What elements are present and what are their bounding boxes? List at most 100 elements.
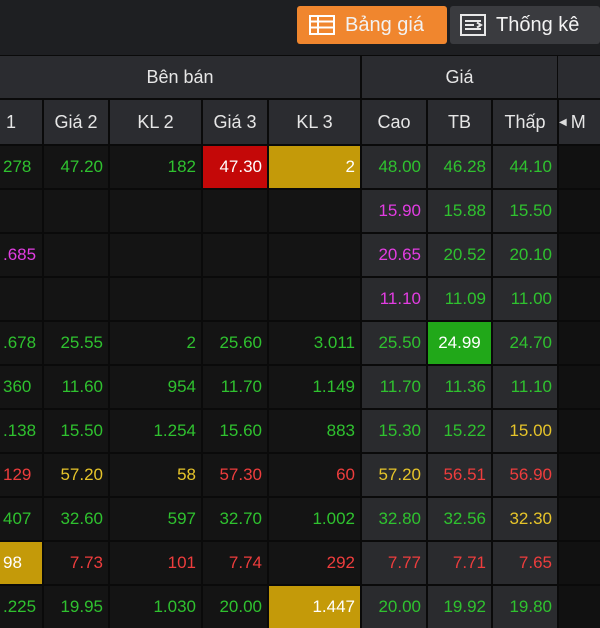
cell-next <box>559 498 600 540</box>
column-header-ask-price-3[interactable]: Giá 3 <box>203 100 267 144</box>
cell-ask-price-3: 7.74 <box>203 542 267 584</box>
cell-next <box>559 586 600 628</box>
cell-ask-price-2 <box>44 278 108 320</box>
column-header-next-label: M <box>570 111 586 132</box>
cell-average: 20.52 <box>428 234 491 276</box>
cell-next <box>559 366 600 408</box>
cell-average: 46.28 <box>428 146 491 188</box>
column-header-next[interactable]: ◀ M <box>559 100 600 144</box>
cell-average: 56.51 <box>428 454 491 496</box>
cell-ask-volume-1: .138 <box>0 410 42 452</box>
table-icon <box>309 15 335 35</box>
tab-statistics[interactable]: Thống kê <box>450 6 600 44</box>
cell-ask-volume-2 <box>110 190 201 232</box>
cell-ask-volume-1: 129 <box>0 454 42 496</box>
cell-ask-price-3: 20.00 <box>203 586 267 628</box>
cell-ask-volume-1 <box>0 190 42 232</box>
cell-ask-price-3: 47.30 <box>203 146 267 188</box>
cell-low: 44.10 <box>493 146 557 188</box>
cell-ask-price-3: 57.30 <box>203 454 267 496</box>
cell-ask-volume-2: 2 <box>110 322 201 364</box>
cell-low: 7.65 <box>493 542 557 584</box>
cell-average: 11.36 <box>428 366 491 408</box>
tab-price-board-label: Bảng giá <box>345 13 424 36</box>
cell-next <box>559 146 600 188</box>
cell-next <box>559 278 600 320</box>
cell-ask-volume-3: 292 <box>269 542 360 584</box>
cell-ask-volume-2: 58 <box>110 454 201 496</box>
cell-low: 11.10 <box>493 366 557 408</box>
next-group-header <box>558 56 600 98</box>
cell-ask-volume-3: 3.011 <box>269 322 360 364</box>
cell-ask-price-2: 32.60 <box>44 498 108 540</box>
cell-low: 56.90 <box>493 454 557 496</box>
cell-low: 15.00 <box>493 410 557 452</box>
cell-average: 19.92 <box>428 586 491 628</box>
top-toolbar: Bảng giá Thống kê <box>0 0 600 55</box>
cell-ask-volume-2 <box>110 234 201 276</box>
cell-next <box>559 542 600 584</box>
cell-average: 11.09 <box>428 278 491 320</box>
cell-ask-price-2: 57.20 <box>44 454 108 496</box>
cell-average: 7.71 <box>428 542 491 584</box>
cell-ask-price-2: 25.55 <box>44 322 108 364</box>
cell-ask-volume-3: 883 <box>269 410 360 452</box>
cell-ask-price-2: 11.60 <box>44 366 108 408</box>
column-header-ask-price-2[interactable]: Giá 2 <box>44 100 108 144</box>
cell-ask-price-3 <box>203 234 267 276</box>
cell-ask-price-3: 25.60 <box>203 322 267 364</box>
cell-high: 32.80 <box>362 498 426 540</box>
cell-high: 48.00 <box>362 146 426 188</box>
cell-low: 19.80 <box>493 586 557 628</box>
column-header-high[interactable]: Cao <box>362 100 426 144</box>
tab-price-board[interactable]: Bảng giá <box>297 6 447 44</box>
cell-high: 20.00 <box>362 586 426 628</box>
cell-ask-volume-3: 1.447 <box>269 586 360 628</box>
cell-high: 11.70 <box>362 366 426 408</box>
cell-low: 24.70 <box>493 322 557 364</box>
cell-low: 11.00 <box>493 278 557 320</box>
cell-ask-volume-1: .685 <box>0 234 42 276</box>
cell-ask-volume-3: 1.002 <box>269 498 360 540</box>
cell-ask-price-3: 15.60 <box>203 410 267 452</box>
caret-left-icon[interactable]: ◀ <box>559 117 567 128</box>
cell-ask-volume-1: 360 <box>0 366 42 408</box>
cell-ask-volume-3 <box>269 190 360 232</box>
column-header-ask-volume-2[interactable]: KL 2 <box>110 100 201 144</box>
cell-ask-price-2: 7.73 <box>44 542 108 584</box>
column-header-ask-volume-1[interactable]: 1 <box>0 100 42 144</box>
column-header-average[interactable]: TB <box>428 100 491 144</box>
cell-ask-price-2 <box>44 234 108 276</box>
statistics-icon <box>460 14 486 36</box>
cell-average: 15.22 <box>428 410 491 452</box>
cell-ask-price-2: 19.95 <box>44 586 108 628</box>
cell-ask-volume-1: 278 <box>0 146 42 188</box>
cell-ask-volume-3 <box>269 234 360 276</box>
cell-average: 15.88 <box>428 190 491 232</box>
cell-high: 15.30 <box>362 410 426 452</box>
cell-ask-volume-1: 98 <box>0 542 42 584</box>
cell-high: 15.90 <box>362 190 426 232</box>
cell-ask-volume-2 <box>110 278 201 320</box>
cell-ask-volume-1 <box>0 278 42 320</box>
cell-next <box>559 234 600 276</box>
cell-ask-volume-2: 1.254 <box>110 410 201 452</box>
cell-ask-volume-2: 101 <box>110 542 201 584</box>
cell-high: 11.10 <box>362 278 426 320</box>
cell-ask-price-2 <box>44 190 108 232</box>
price-group-header: Giá <box>362 56 557 98</box>
cell-ask-volume-2: 954 <box>110 366 201 408</box>
cell-ask-volume-3: 1.149 <box>269 366 360 408</box>
column-header-low[interactable]: Thấp <box>493 100 557 144</box>
cell-high: 25.50 <box>362 322 426 364</box>
tab-statistics-label: Thống kê <box>496 13 580 36</box>
cell-ask-price-3 <box>203 278 267 320</box>
cell-ask-volume-1: .678 <box>0 322 42 364</box>
cell-ask-volume-2: 597 <box>110 498 201 540</box>
cell-ask-price-3 <box>203 190 267 232</box>
cell-next <box>559 410 600 452</box>
cell-next <box>559 322 600 364</box>
column-header-ask-volume-3[interactable]: KL 3 <box>269 100 360 144</box>
cell-ask-volume-3: 2 <box>269 146 360 188</box>
cell-high: 7.77 <box>362 542 426 584</box>
